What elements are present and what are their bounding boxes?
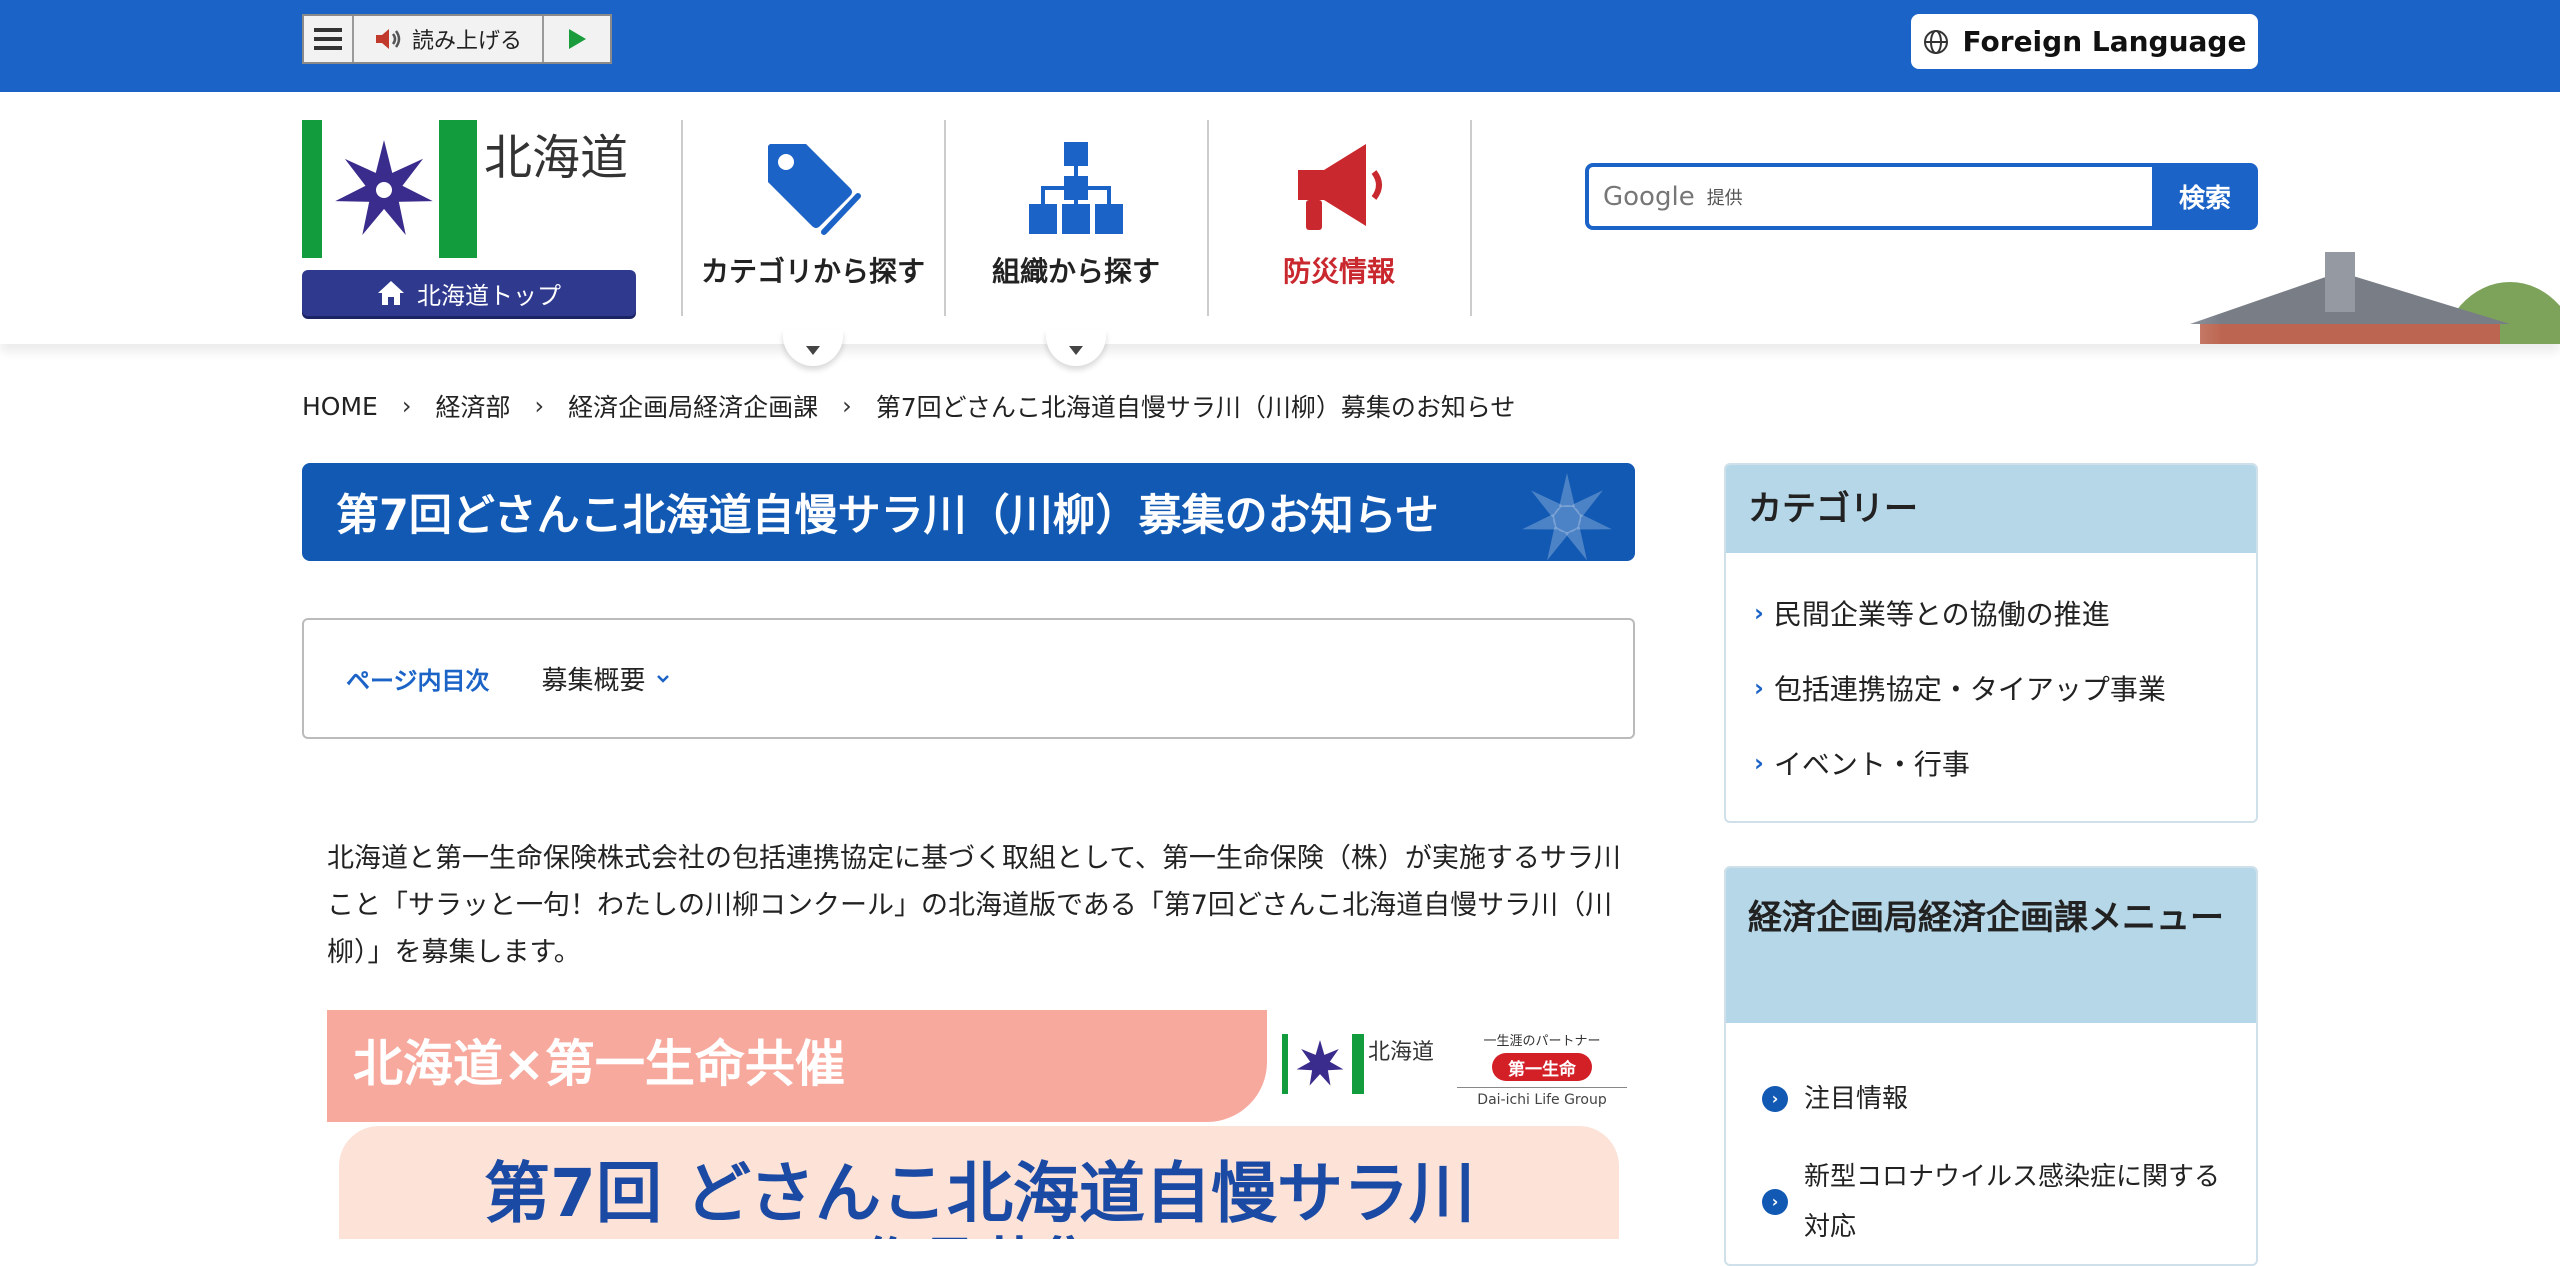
menu-item-label: 注目情報 [1804, 1084, 1909, 1114]
site-search: Google 提供 検索 [1585, 163, 2258, 230]
caret-down-icon [806, 346, 820, 355]
sidebar-category: カテゴリー › 民間企業等との協働の推進 › 包括連携協定・タイアップ事業 › イベン… [1724, 463, 2258, 823]
breadcrumb: HOME › 経済部 › 経済企画局経済企画課 › 第7回どさんこ北海道自慢サラ… [302, 388, 1515, 424]
sidebar-division-menu: 経済企画局経済企画課メニュー › 注目情報 › 新型コロナウイルス感染症に関する… [1724, 866, 2258, 1266]
hokkaido-flag [302, 120, 477, 258]
chevron-right-icon: › [401, 392, 412, 420]
logo-name: 北海道 [484, 130, 629, 186]
toc-heading: ページ内目次 [346, 667, 490, 695]
speech-reader-toolbar: 読み上げる [302, 14, 612, 64]
sidebar-category-title: カテゴリー [1726, 465, 2256, 553]
category-item-label: 民間企業等との協働の推進 [1773, 597, 2110, 631]
chevron-circle-icon: › [1762, 1189, 1788, 1215]
category-item[interactable]: › イベント・行事 [1754, 725, 2256, 800]
intro-paragraph: 北海道と第一生命保険株式会社の包括連携協定に基づく取組として、第一生命保険（株）… [327, 843, 1621, 968]
banner-logo-name: 北海道 [1368, 1040, 1435, 1065]
toc-item-overview[interactable]: 募集概要 [542, 660, 670, 697]
google-brand: Google [1603, 181, 1695, 212]
nav-organization-search[interactable]: 組織から探す [945, 136, 1207, 296]
home-icon [378, 281, 404, 305]
toc-item-label: 募集概要 [541, 666, 646, 696]
breadcrumb-economy-dept[interactable]: 経済部 [435, 388, 510, 424]
nav-category-search[interactable]: カテゴリから探す [682, 136, 944, 296]
chevron-circle-icon: › [1762, 1086, 1788, 1112]
caret-down-icon [1069, 346, 1083, 355]
speaker-icon [375, 29, 401, 49]
banner-hokkaido-logo: 北海道 [1282, 1034, 1437, 1094]
menu-item-label: 新型コロナウイルス感染症に関する対応 [1804, 1162, 2221, 1242]
sidebar-menu-title: 経済企画局経済企画課メニュー [1726, 868, 2256, 1023]
breadcrumb-current: 第7回どさんこ北海道自慢サラ川（川柳）募集のお知らせ [875, 393, 1516, 422]
reader-menu-button[interactable] [304, 16, 354, 62]
category-item-label: イベント・行事 [1773, 747, 1970, 781]
hokkaido-top-button[interactable]: 北海道トップ [302, 270, 636, 316]
tag-icon [768, 144, 861, 235]
nav-disaster-label: 防災情報 [1282, 255, 1395, 288]
seven-star-emblem-icon [1296, 1040, 1344, 1086]
event-banner-image: 北海道×第一生命共催 北海道 一生涯のパートナー 第一生命 Dai-ichi L… [327, 1010, 1632, 1239]
chevron-right-icon: › [1754, 673, 1764, 702]
organization-dropdown-toggle[interactable] [1046, 330, 1106, 366]
category-dropdown-toggle[interactable] [783, 330, 843, 366]
category-item[interactable]: › 民間企業等との協働の推進 [1754, 575, 2256, 650]
chevron-right-icon: › [534, 392, 545, 420]
search-input[interactable]: Google 提供 [1585, 163, 2152, 230]
dai-ichi-logo: 一生涯のパートナー 第一生命 Dai-ichi Life Group [1457, 1030, 1627, 1120]
chevron-right-icon: › [842, 392, 852, 420]
foreign-language-button[interactable]: Foreign Language [1911, 14, 2258, 69]
chevron-right-icon: › [1754, 748, 1764, 777]
hokkaido-top-label: 北海道トップ [417, 281, 561, 310]
government-building-illustration [2040, 252, 2560, 344]
foreign-language-label: Foreign Language [1962, 25, 2247, 58]
search-placeholder: 提供 [1706, 187, 1743, 209]
nav-disaster-info[interactable]: 防災情報 [1208, 136, 1470, 296]
banner-main-subtitle: 作品募集 [327, 1218, 1632, 1239]
hamburger-icon [314, 28, 342, 50]
org-chart-icon [1029, 142, 1123, 234]
search-button[interactable]: 検索 [2152, 163, 2258, 230]
partner-tagline: 一生涯のパートナー [1483, 1034, 1601, 1049]
partner-name: 第一生命 [1492, 1053, 1592, 1081]
category-item[interactable]: › 包括連携協定・タイアップ事業 [1754, 650, 2256, 725]
play-icon [569, 29, 586, 49]
play-button[interactable] [544, 16, 610, 62]
page-title: 第7回どさんこ北海道自慢サラ川（川柳）募集のお知らせ [302, 463, 1635, 561]
breadcrumb-planning-division[interactable]: 経済企画局経済企画課 [568, 388, 818, 424]
partner-group: Dai-ichi Life Group [1457, 1087, 1627, 1108]
megaphone-icon [1298, 144, 1382, 230]
globe-icon [1923, 29, 1948, 54]
page-toc: ページ内目次 募集概要 [302, 618, 1635, 739]
banner-header-text: 北海道×第一生命共催 [353, 1035, 845, 1093]
seven-star-emblem-icon [335, 140, 433, 236]
menu-item-covid[interactable]: › 新型コロナウイルス感染症に関する対応 [1762, 1152, 2232, 1252]
read-aloud-label: 読み上げる [411, 29, 522, 54]
category-item-label: 包括連携協定・タイアップ事業 [1773, 672, 2166, 706]
hokkaido-logo[interactable]: 北海道 [302, 118, 636, 260]
chevron-right-icon: › [1754, 598, 1764, 627]
breadcrumb-home[interactable]: HOME [302, 392, 378, 421]
nav-category-label: カテゴリから探す [700, 255, 925, 288]
chevron-down-icon [656, 674, 669, 683]
nav-organization-label: 組織から探す [991, 255, 1160, 288]
nav-divider [1470, 120, 1472, 316]
page-title-text: 第7回どさんこ北海道自慢サラ川（川柳）募集のお知らせ [336, 491, 1439, 541]
read-aloud-button[interactable]: 読み上げる [354, 16, 544, 62]
menu-item-featured[interactable]: › 注目情報 [1762, 1074, 1908, 1124]
emblem-watermark-icon [1522, 473, 1612, 561]
